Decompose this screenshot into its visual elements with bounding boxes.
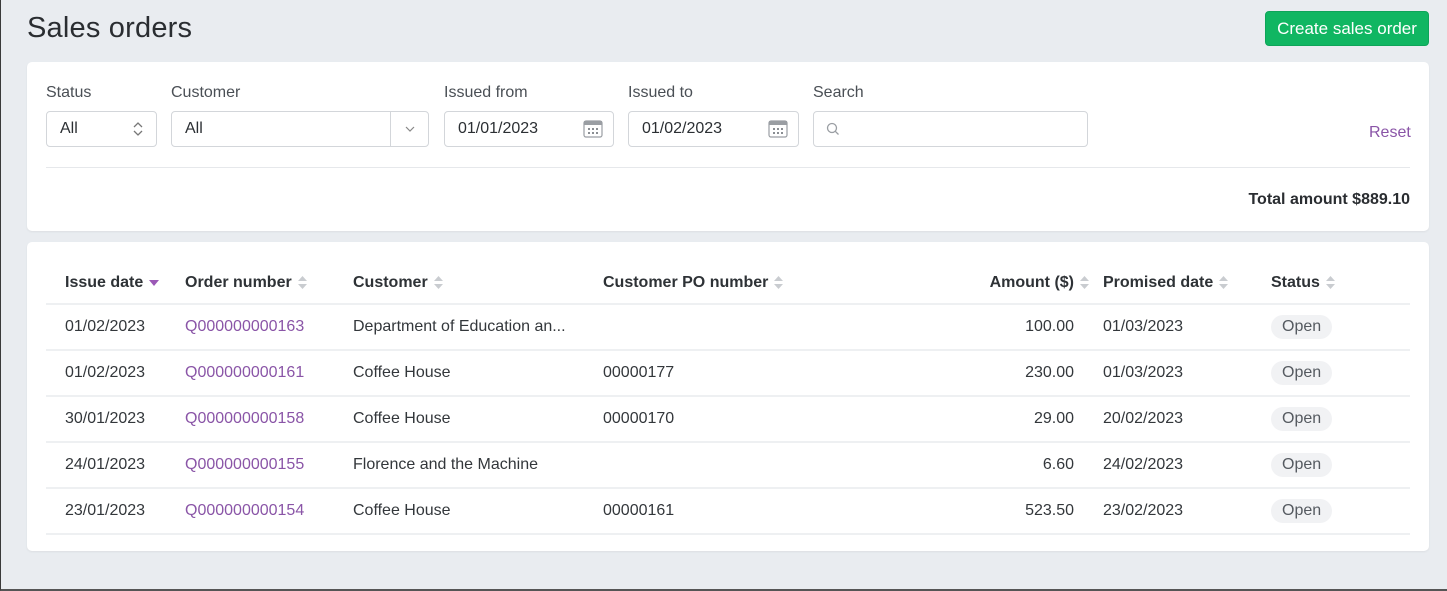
table-row[interactable]: 23/01/2023 Q000000000154 Coffee House 00… bbox=[46, 488, 1410, 535]
customer-cell: Coffee House bbox=[353, 396, 603, 443]
promised-date-cell: 24/02/2023 bbox=[1103, 442, 1271, 489]
column-label: Customer PO number bbox=[603, 274, 769, 291]
issue-date-cell: 01/02/2023 bbox=[46, 350, 185, 397]
amount-cell: 100.00 bbox=[883, 304, 1103, 351]
customer-cell: Florence and the Machine bbox=[353, 442, 603, 489]
column-label: Order number bbox=[185, 274, 292, 291]
amount-cell: 29.00 bbox=[883, 396, 1103, 443]
customer-value: All bbox=[185, 120, 203, 137]
order-number-link[interactable]: Q000000000155 bbox=[185, 456, 304, 473]
issued-to-input[interactable]: 01/02/2023 bbox=[628, 111, 799, 147]
issued-from-input[interactable]: 01/01/2023 bbox=[444, 111, 614, 147]
column-header-customer[interactable]: Customer bbox=[353, 263, 603, 305]
issue-date-cell: 30/01/2023 bbox=[46, 396, 185, 443]
sort-icon bbox=[297, 276, 307, 290]
customer-select[interactable]: All bbox=[171, 111, 429, 147]
search-label: Search bbox=[813, 84, 864, 101]
column-label: Promised date bbox=[1103, 274, 1214, 291]
sort-icon bbox=[1080, 276, 1089, 290]
status-badge: Open bbox=[1271, 315, 1333, 339]
issue-date-cell: 23/01/2023 bbox=[46, 488, 185, 535]
calendar-icon[interactable] bbox=[768, 120, 788, 138]
table-row[interactable]: 30/01/2023 Q000000000158 Coffee House 00… bbox=[46, 396, 1410, 443]
search-icon bbox=[826, 122, 839, 135]
promised-date-cell: 01/03/2023 bbox=[1103, 350, 1271, 397]
sort-icon bbox=[774, 276, 784, 290]
orders-table-panel: Issue date Order number Customer Custome… bbox=[27, 242, 1429, 551]
status-badge: Open bbox=[1271, 407, 1333, 431]
column-header-order-number[interactable]: Order number bbox=[185, 263, 353, 305]
total-amount: Total amount $889.10 bbox=[1248, 191, 1410, 208]
status-badge: Open bbox=[1271, 361, 1333, 385]
po-number-cell: 00000177 bbox=[603, 350, 883, 397]
column-header-customer-po-number[interactable]: Customer PO number bbox=[603, 263, 883, 305]
create-sales-order-button[interactable]: Create sales order bbox=[1265, 11, 1429, 46]
order-number-link[interactable]: Q000000000154 bbox=[185, 502, 304, 519]
column-label: Amount ($) bbox=[989, 274, 1074, 291]
po-number-cell: 00000170 bbox=[603, 396, 883, 443]
sort-icon bbox=[1325, 276, 1335, 290]
sort-icon bbox=[1219, 276, 1229, 290]
status-badge: Open bbox=[1271, 499, 1333, 523]
column-header-issue-date[interactable]: Issue date bbox=[46, 263, 185, 305]
calendar-icon[interactable] bbox=[583, 120, 603, 138]
status-value: All bbox=[60, 120, 78, 137]
status-label: Status bbox=[46, 84, 92, 101]
po-number-cell bbox=[603, 442, 883, 489]
issue-date-cell: 01/02/2023 bbox=[46, 304, 185, 351]
status-select[interactable]: All bbox=[46, 111, 157, 147]
orders-table: Issue date Order number Customer Custome… bbox=[46, 263, 1410, 535]
po-number-cell: 00000161 bbox=[603, 488, 883, 535]
column-header-status[interactable]: Status bbox=[1271, 263, 1410, 305]
issued-to-label: Issued to bbox=[628, 84, 693, 101]
order-number-link[interactable]: Q000000000163 bbox=[185, 318, 304, 335]
issued-from-value: 01/01/2023 bbox=[458, 120, 539, 137]
promised-date-cell: 01/03/2023 bbox=[1103, 304, 1271, 351]
sort-icon bbox=[433, 276, 443, 290]
customer-dropdown-toggle[interactable] bbox=[390, 112, 428, 146]
po-number-cell bbox=[603, 304, 883, 351]
promised-date-cell: 20/02/2023 bbox=[1103, 396, 1271, 443]
status-badge: Open bbox=[1271, 453, 1333, 477]
table-row[interactable]: 01/02/2023 Q000000000163 Department of E… bbox=[46, 304, 1410, 351]
reset-link[interactable]: Reset bbox=[1369, 124, 1411, 142]
sort-desc-icon bbox=[149, 279, 160, 286]
promised-date-cell: 23/02/2023 bbox=[1103, 488, 1271, 535]
updown-chevron-icon bbox=[133, 122, 143, 136]
table-row[interactable]: 24/01/2023 Q000000000155 Florence and th… bbox=[46, 442, 1410, 489]
column-header-amount[interactable]: Amount ($) bbox=[883, 263, 1103, 305]
column-label: Status bbox=[1271, 274, 1320, 291]
table-header-row: Issue date Order number Customer Custome… bbox=[46, 263, 1410, 305]
customer-cell: Coffee House bbox=[353, 488, 603, 535]
divider bbox=[46, 167, 1410, 168]
filter-panel: Status All Customer All Issued from 01/0… bbox=[27, 62, 1429, 231]
search-input[interactable] bbox=[813, 111, 1088, 147]
order-number-link[interactable]: Q000000000161 bbox=[185, 364, 304, 381]
column-label: Customer bbox=[353, 274, 428, 291]
customer-label: Customer bbox=[171, 84, 241, 101]
table-row[interactable]: 01/02/2023 Q000000000161 Coffee House 00… bbox=[46, 350, 1410, 397]
issued-to-value: 01/02/2023 bbox=[642, 120, 723, 137]
issue-date-cell: 24/01/2023 bbox=[46, 442, 185, 489]
amount-cell: 230.00 bbox=[883, 350, 1103, 397]
issued-from-label: Issued from bbox=[444, 84, 528, 101]
column-label: Issue date bbox=[65, 274, 144, 291]
page-title: Sales orders bbox=[27, 12, 193, 44]
amount-cell: 6.60 bbox=[883, 442, 1103, 489]
customer-cell: Department of Education an... bbox=[353, 304, 603, 351]
order-number-link[interactable]: Q000000000158 bbox=[185, 410, 304, 427]
amount-cell: 523.50 bbox=[883, 488, 1103, 535]
customer-cell: Coffee House bbox=[353, 350, 603, 397]
column-header-promised-date[interactable]: Promised date bbox=[1103, 263, 1271, 305]
chevron-down-icon bbox=[405, 126, 414, 132]
